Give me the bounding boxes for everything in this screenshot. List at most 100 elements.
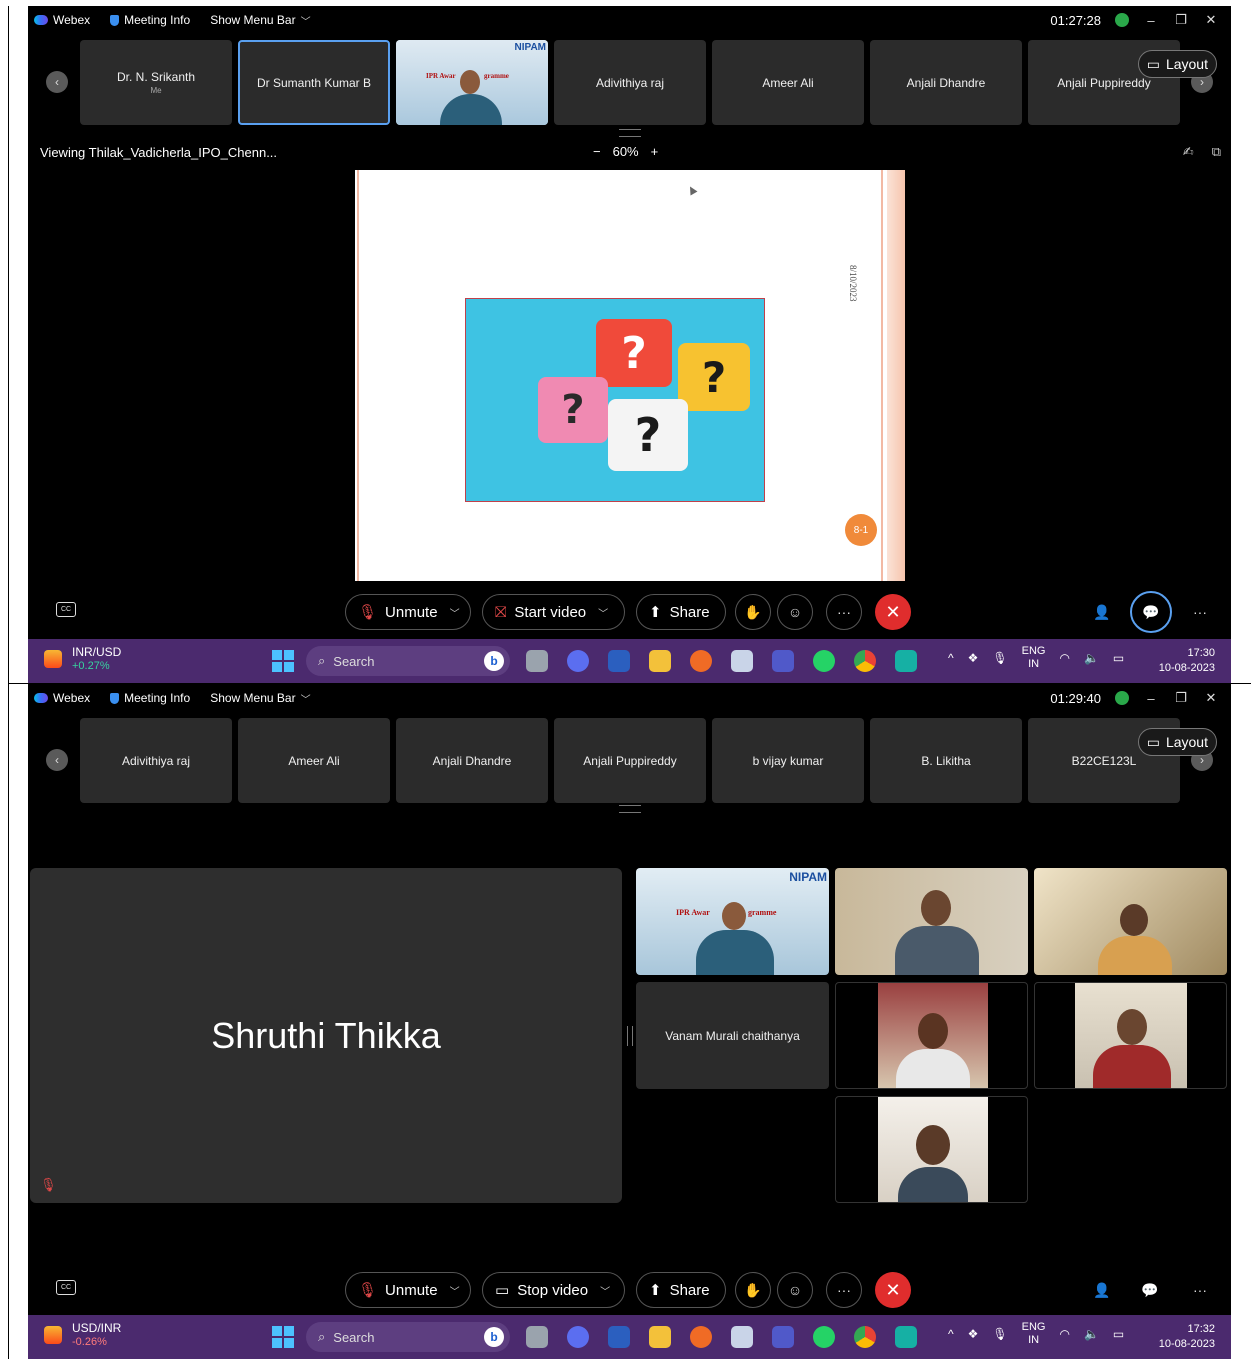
- webex-taskbar-icon[interactable]: [895, 1326, 917, 1348]
- tray-overflow-icon[interactable]: ^: [948, 1327, 954, 1341]
- strip-prev-arrow-icon[interactable]: ‹: [46, 749, 68, 771]
- task-view-icon[interactable]: [526, 650, 548, 672]
- unmute-button[interactable]: 🎙 Unmute ﹀: [345, 594, 471, 630]
- meeting-info-button[interactable]: Meeting Info: [110, 691, 190, 705]
- raise-hand-icon[interactable]: ✋: [735, 1272, 771, 1308]
- chevron-down-icon[interactable]: ﹀: [450, 1283, 460, 1298]
- closed-caption-icon[interactable]: CC: [56, 1280, 76, 1295]
- participant-tile[interactable]: B. Likitha: [870, 718, 1022, 803]
- minimize-icon[interactable]: –: [1143, 691, 1159, 706]
- word-icon[interactable]: [608, 650, 630, 672]
- chevron-down-icon[interactable]: ﹀: [450, 605, 460, 620]
- chrome-icon[interactable]: [854, 650, 876, 672]
- firefox-icon[interactable]: [690, 650, 712, 672]
- word-icon[interactable]: [608, 1326, 630, 1348]
- strip-resize-handle[interactable]: [618, 805, 641, 813]
- taskbar-clock[interactable]: 17:32 10-08-2023: [1159, 1322, 1215, 1352]
- teams-icon[interactable]: [772, 1326, 794, 1348]
- chevron-down-icon[interactable]: ﹀: [600, 1283, 610, 1298]
- webex-app-menu[interactable]: Webex: [34, 13, 90, 27]
- participant-tile-active[interactable]: Dr Sumanth Kumar B: [238, 40, 390, 125]
- participant-video-tile[interactable]: [1034, 982, 1227, 1089]
- battery-icon[interactable]: ▭: [1113, 1327, 1124, 1341]
- windows-start-icon[interactable]: [272, 1326, 294, 1348]
- layout-button[interactable]: ▭ Layout: [1137, 728, 1217, 756]
- more-options-button[interactable]: ···: [826, 1272, 862, 1308]
- teams-chat-icon[interactable]: [567, 1326, 589, 1348]
- minimize-icon[interactable]: –: [1143, 13, 1159, 28]
- more-options-button[interactable]: ···: [826, 594, 862, 630]
- strip-resize-handle[interactable]: [618, 129, 641, 137]
- participant-tile[interactable]: Anjali Puppireddy: [554, 718, 706, 803]
- volume-icon[interactable]: 🔈: [1084, 651, 1099, 665]
- raise-hand-icon[interactable]: ✋: [735, 594, 771, 630]
- mic-muted-tray-icon[interactable]: 🎙: [992, 1327, 1007, 1341]
- participant-tile[interactable]: Dr. N. Srikanth Me: [80, 40, 232, 125]
- zoom-out-button[interactable]: −: [593, 144, 601, 159]
- webex-taskbar-icon[interactable]: [895, 650, 917, 672]
- strip-prev-arrow-icon[interactable]: ‹: [46, 71, 68, 93]
- volume-icon[interactable]: 🔈: [1084, 1327, 1099, 1341]
- participant-tile[interactable]: Anjali Dhandre: [870, 40, 1022, 125]
- meeting-info-button[interactable]: Meeting Info: [110, 13, 190, 27]
- teams-chat-icon[interactable]: [567, 650, 589, 672]
- participant-tile[interactable]: Anjali Dhandre: [396, 718, 548, 803]
- webex-app-menu[interactable]: Webex: [34, 691, 90, 705]
- reactions-icon[interactable]: ☺: [777, 1272, 813, 1308]
- restore-icon[interactable]: ❐: [1173, 690, 1189, 706]
- participant-tile[interactable]: b vijay kumar: [712, 718, 864, 803]
- unmute-button[interactable]: 🎙 Unmute ﹀: [345, 1272, 471, 1308]
- battery-icon[interactable]: ▭: [1113, 651, 1124, 665]
- wifi-icon[interactable]: ◠: [1059, 1327, 1069, 1341]
- annotate-icon[interactable]: ✍: [1183, 144, 1194, 160]
- participant-tile[interactable]: Adivithiya raj: [80, 718, 232, 803]
- language-indicator[interactable]: ENG IN: [1022, 1321, 1046, 1347]
- chrome-icon[interactable]: [854, 1326, 876, 1348]
- participant-tile[interactable]: Ameer Ali: [712, 40, 864, 125]
- network-signal-icon[interactable]: [1115, 13, 1129, 27]
- participant-video-tile[interactable]: [835, 982, 1028, 1089]
- stock-ticker-widget[interactable]: INR/USD +0.27%: [44, 645, 121, 673]
- participant-video-tile[interactable]: [1034, 868, 1227, 975]
- mic-muted-tray-icon[interactable]: 🎙: [992, 651, 1007, 665]
- file-explorer-icon[interactable]: [649, 650, 671, 672]
- pop-out-icon[interactable]: ⧉: [1212, 144, 1221, 160]
- stage-resize-handle[interactable]: [627, 1026, 633, 1046]
- teams-icon[interactable]: [772, 650, 794, 672]
- network-signal-icon[interactable]: [1115, 691, 1129, 705]
- participant-video-tile[interactable]: NIPAM IPR Awar gramme: [396, 40, 548, 125]
- chat-icon[interactable]: 💬: [1132, 1272, 1168, 1308]
- participants-icon[interactable]: 👤: [1084, 594, 1120, 630]
- file-explorer-icon[interactable]: [649, 1326, 671, 1348]
- stock-ticker-widget[interactable]: USD/INR -0.26%: [44, 1321, 121, 1349]
- close-icon[interactable]: ✕: [1203, 12, 1219, 28]
- chevron-down-icon[interactable]: ﹀: [598, 605, 608, 620]
- participants-icon[interactable]: 👤: [1084, 1272, 1120, 1308]
- wifi-icon[interactable]: ◠: [1059, 651, 1069, 665]
- language-indicator[interactable]: ENG IN: [1022, 645, 1046, 671]
- closed-caption-icon[interactable]: CC: [56, 602, 76, 617]
- layout-button[interactable]: ▭ Layout: [1137, 50, 1217, 78]
- whatsapp-icon[interactable]: [813, 650, 835, 672]
- start-video-button[interactable]: ⛝ Start video ﹀: [482, 594, 625, 630]
- task-view-icon[interactable]: [526, 1326, 548, 1348]
- reactions-icon[interactable]: ☺: [777, 594, 813, 630]
- participant-video-tile[interactable]: NIPAM IPR Awar gramme: [636, 868, 829, 975]
- participant-video-tile[interactable]: [835, 868, 1028, 975]
- taskbar-search[interactable]: ⌕ Search b: [306, 1322, 510, 1352]
- participant-name-tile[interactable]: Vanam Murali chaithanya: [636, 982, 829, 1089]
- firefox-icon[interactable]: [690, 1326, 712, 1348]
- bing-icon[interactable]: b: [484, 651, 504, 671]
- participant-video-tile[interactable]: [835, 1096, 1028, 1203]
- leave-meeting-icon[interactable]: ✕: [875, 1272, 911, 1308]
- more-panels-icon[interactable]: ···: [1182, 1272, 1218, 1308]
- dropbox-icon[interactable]: ❖: [968, 651, 979, 665]
- zoom-in-button[interactable]: +: [651, 144, 659, 159]
- restore-icon[interactable]: ❐: [1173, 12, 1189, 28]
- snipping-tool-icon[interactable]: [731, 1326, 753, 1348]
- page-number-badge[interactable]: 8-1: [845, 514, 877, 546]
- share-button[interactable]: ⬆ Share: [636, 1272, 726, 1308]
- bing-icon[interactable]: b: [484, 1327, 504, 1347]
- taskbar-search[interactable]: ⌕ Search b: [306, 646, 510, 676]
- participant-tile[interactable]: Adivithiya raj: [554, 40, 706, 125]
